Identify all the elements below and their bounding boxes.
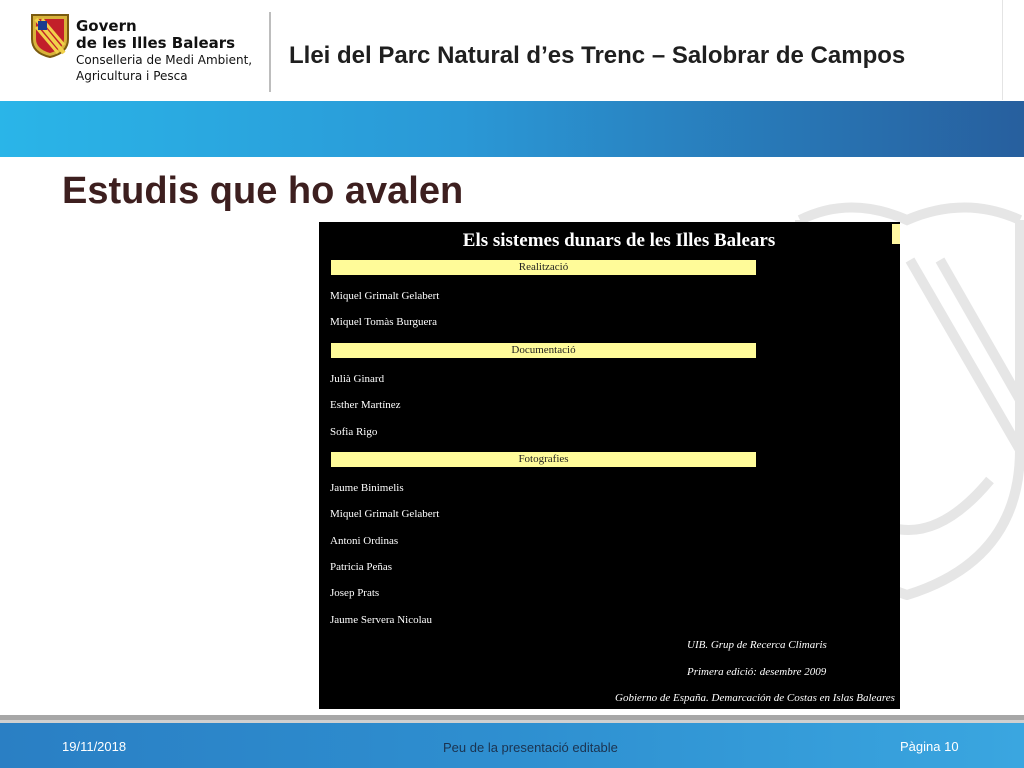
slide-header: Govern de les Illes Balears Conselleria … [0, 0, 1024, 100]
embedded-credits-image: Els sistemes dunars de les Illes Balears… [319, 222, 900, 709]
credit-sponsor: Gobierno de España. Demarcación de Costa… [615, 692, 895, 704]
page-number: Pàgina 10 [900, 739, 959, 754]
organization-name: Govern de les Illes Balears Conselleria … [76, 18, 252, 84]
org-line-2: de les Illes Balears [76, 34, 236, 52]
credit-edition: Primera edició: desembre 2009 [687, 666, 827, 678]
footer-text: Peu de la presentació editable [443, 740, 618, 755]
credit-name: Sofia Rigo [330, 426, 378, 438]
credit-name: Jaume Servera Nicolau [330, 614, 433, 626]
credit-name: Miquel Tomàs Burguera [330, 316, 437, 328]
credits-title: Els sistemes dunars de les Illes Balears [462, 230, 776, 251]
header-divider [269, 12, 271, 92]
slide-title: Estudis que ho avalen [62, 170, 464, 212]
header-color-band [0, 101, 1024, 157]
credit-name: Jaume Binimelis [330, 482, 404, 494]
section-heading-fotografies: Fotografies [331, 452, 756, 467]
credit-name: Miquel Grimalt Gelabert [330, 508, 440, 520]
credit-name: Esther Martínez [330, 399, 401, 411]
document-title: Llei del Parc Natural d’es Trenc – Salob… [289, 42, 906, 69]
footer-date: 19/11/2018 [62, 739, 127, 754]
credit-name: Julià Ginard [330, 373, 385, 385]
credit-name: Patricia Peñas [330, 561, 393, 573]
header-edge-line [1002, 0, 1003, 100]
credit-name: Antoni Ordinas [330, 535, 399, 547]
coat-of-arms-logo [31, 14, 69, 59]
credit-name: Miquel Grimalt Gelabert [330, 290, 440, 302]
section-heading-documentacio: Documentació [331, 343, 756, 358]
slide-footer: 19/11/2018 Peu de la presentació editabl… [0, 723, 1024, 768]
credit-institution: UIB. Grup de Recerca Climaris [687, 639, 827, 651]
credit-name: Josep Prats [330, 587, 380, 599]
org-line-3: Conselleria de Medi Ambient, [76, 53, 253, 67]
org-line-1: Govern [76, 17, 137, 35]
org-line-4: Agricultura i Pesca [76, 69, 188, 83]
section-heading-realitzacio: Realització [331, 260, 756, 275]
